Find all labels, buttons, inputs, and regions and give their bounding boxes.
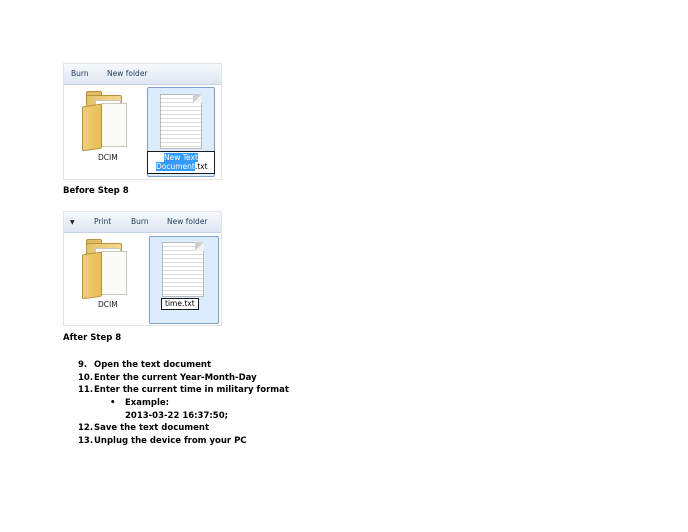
text-document-icon (162, 242, 204, 297)
bullet-icon: • (110, 398, 116, 409)
step-number: 13. (78, 436, 94, 447)
rename-selected-text-line2: Document (156, 162, 195, 171)
folder-label: DCIM (98, 300, 118, 309)
rename-field[interactable]: New Text Document.txt (147, 151, 215, 174)
explorer-screenshot-after: ▼ Print Burn New folder DCIM time.txt (63, 211, 222, 326)
step-text: Enter the current Year-Month-Day (94, 372, 257, 383)
explorer-screenshot-before: Burn New folder DCIM New Text Document.t… (63, 63, 222, 180)
example-label: Example: (125, 398, 170, 409)
step-text: Save the text document (94, 423, 210, 434)
rename-field[interactable]: time.txt (161, 298, 199, 310)
new-folder-button[interactable]: New folder (167, 217, 208, 226)
new-folder-button[interactable]: New folder (107, 69, 148, 78)
caption-after: After Step 8 (63, 333, 122, 343)
rename-extension: .txt (194, 162, 208, 171)
explorer-toolbar: ▼ Print Burn New folder (64, 212, 221, 233)
folder-label: DCIM (98, 153, 118, 162)
explorer-toolbar: Burn New folder (64, 64, 221, 85)
rename-selected-text-line1: New Text (164, 153, 198, 162)
folder-icon[interactable] (82, 91, 127, 152)
folder-icon[interactable] (82, 239, 127, 300)
caption-before: Before Step 8 (63, 186, 129, 196)
step-number: 11. (78, 385, 94, 396)
step-number: 10. (78, 372, 94, 383)
chevron-down-icon[interactable]: ▼ (70, 219, 75, 226)
step-text: Enter the current time in military forma… (94, 385, 289, 396)
print-button[interactable]: Print (94, 217, 111, 226)
step-text: Unplug the device from your PC (94, 436, 247, 447)
step-number: 9. (78, 360, 88, 370)
burn-button[interactable]: Burn (71, 69, 89, 78)
step-number: 12. (78, 423, 94, 434)
example-value: 2013-03-22 16:37:50; (125, 410, 229, 421)
step-text: Open the text document (94, 360, 212, 370)
burn-button[interactable]: Burn (131, 217, 149, 226)
text-document-icon (160, 94, 202, 149)
